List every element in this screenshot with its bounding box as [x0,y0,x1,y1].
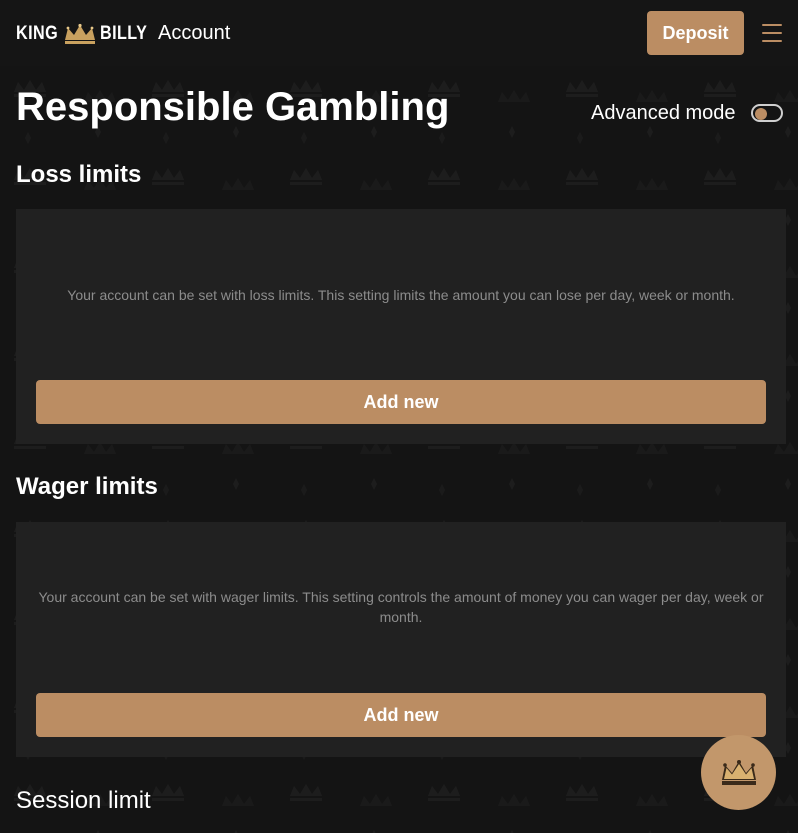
account-label: Account [158,22,231,44]
loss-limits-title: Loss limits [16,161,142,188]
loss-limits-card: Your account can be set with loss limits… [16,209,786,444]
toggle-knob [755,108,767,120]
king-billy-logo[interactable]: KING BILLY [16,20,155,48]
crown-icon [721,759,756,785]
logo-text-left: KING [16,23,59,44]
top-header: KING BILLY Account Deposit [0,0,798,66]
wager-limits-add-button[interactable]: Add new [36,693,766,737]
session-limit-title: Session limit [16,787,151,814]
page-title: Responsible Gambling [16,85,450,129]
page: KING BILLY Account Deposit Responsible G… [0,0,798,833]
wager-limits-description: Your account can be set with wager limit… [38,589,764,625]
wager-limits-card: Your account can be set with wager limit… [16,522,786,757]
loss-limits-add-button[interactable]: Add new [36,380,766,424]
advanced-mode-label: Advanced mode [591,102,736,124]
loss-limits-description: Your account can be set with loss limits… [67,287,735,303]
deposit-button[interactable]: Deposit [647,11,744,55]
wager-limits-title: Wager limits [16,473,158,500]
advanced-mode-toggle[interactable] [751,104,783,122]
crown-icon [64,23,95,44]
logo-text-right: BILLY [99,23,147,44]
hamburger-menu-icon[interactable] [762,22,784,44]
floating-support-button[interactable] [701,735,776,810]
